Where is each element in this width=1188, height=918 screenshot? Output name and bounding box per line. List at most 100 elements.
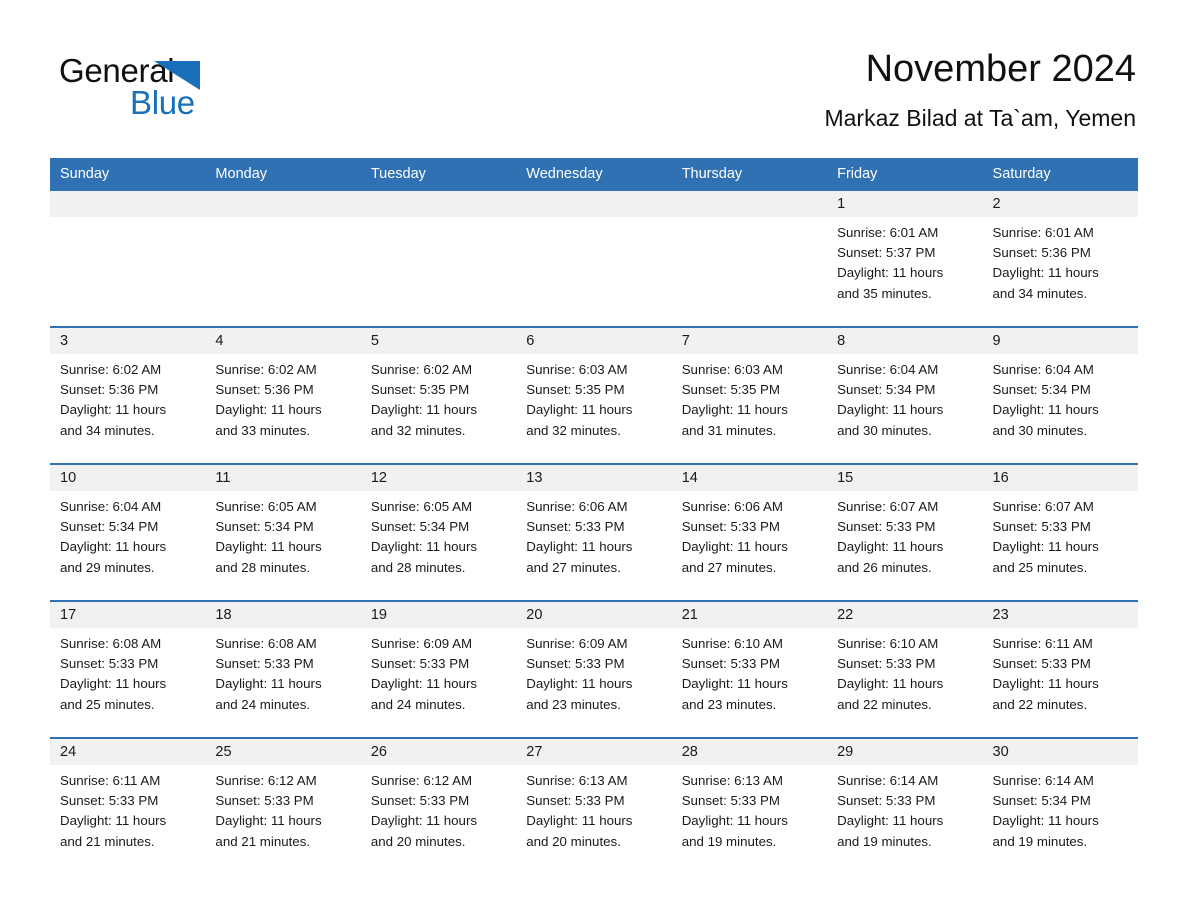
day-cell[interactable]: 12 Sunrise: 6:05 AM Sunset: 5:34 PM Dayl…: [360, 465, 517, 586]
day-cell[interactable]: 16 Sunrise: 6:07 AM Sunset: 5:33 PM Dayl…: [982, 465, 1138, 586]
day-number-band: 28: [671, 739, 828, 765]
daylight-text-line2: and 31 minutes.: [681, 422, 777, 438]
day-cell[interactable]: 19 Sunrise: 6:09 AM Sunset: 5:33 PM Dayl…: [360, 602, 517, 723]
day-number-band: [360, 191, 517, 217]
day-number: 17: [60, 607, 77, 623]
day-cell[interactable]: [671, 191, 828, 312]
day-info: Sunrise: 6:14 AM Sunset: 5:34 PM Dayligh…: [983, 765, 1138, 852]
daylight-text-line1: Daylight: 11 hours: [992, 539, 1099, 555]
daylight-text-line2: and 23 minutes.: [681, 696, 777, 712]
sunset-text: Sunset: 5:33 PM: [215, 793, 314, 809]
day-info: Sunrise: 6:03 AM Sunset: 5:35 PM Dayligh…: [516, 354, 671, 441]
weekday-header-sunday: Sunday: [60, 166, 110, 182]
sunrise-text: Sunrise: 6:02 AM: [370, 362, 473, 377]
daylight-text-line1: Daylight: 11 hours: [60, 402, 167, 418]
day-cell[interactable]: 8 Sunrise: 6:04 AM Sunset: 5:34 PM Dayli…: [827, 328, 983, 449]
sunrise-text: Sunrise: 6:10 AM: [681, 636, 783, 651]
day-cell[interactable]: [205, 191, 361, 312]
generalblue-logo[interactable]: General Blue: [59, 52, 279, 122]
day-cell[interactable]: 24 Sunrise: 6:11 AM Sunset: 5:33 PM Dayl…: [50, 739, 206, 860]
day-number-band: [50, 191, 206, 217]
day-number-band: 10: [50, 465, 206, 491]
day-cell[interactable]: 13 Sunrise: 6:06 AM Sunset: 5:33 PM Dayl…: [516, 465, 672, 586]
week-spacer: [50, 449, 1138, 463]
day-cell[interactable]: [360, 191, 517, 312]
daylight-text-line1: Daylight: 11 hours: [370, 402, 478, 418]
day-number-band: 23: [982, 602, 1138, 628]
day-cell[interactable]: 3 Sunrise: 6:02 AM Sunset: 5:36 PM Dayli…: [50, 328, 206, 449]
daylight-text-line2: and 29 minutes.: [60, 559, 155, 575]
day-cell[interactable]: 10 Sunrise: 6:04 AM Sunset: 5:34 PM Dayl…: [50, 465, 206, 586]
day-number: 6: [526, 333, 535, 349]
day-cell[interactable]: 7 Sunrise: 6:03 AM Sunset: 5:35 PM Dayli…: [671, 328, 828, 449]
daylight-text-line1: Daylight: 11 hours: [992, 402, 1099, 418]
day-cell[interactable]: 22 Sunrise: 6:10 AM Sunset: 5:33 PM Dayl…: [827, 602, 983, 723]
day-info: Sunrise: 6:13 AM Sunset: 5:33 PM Dayligh…: [516, 765, 671, 852]
day-number-band: 2: [982, 191, 1138, 217]
daylight-text-line2: and 30 minutes.: [992, 422, 1088, 438]
day-number: 1: [837, 196, 846, 212]
day-cell[interactable]: 11 Sunrise: 6:05 AM Sunset: 5:34 PM Dayl…: [205, 465, 361, 586]
day-cell[interactable]: 5 Sunrise: 6:02 AM Sunset: 5:35 PM Dayli…: [360, 328, 517, 449]
day-number: 14: [681, 470, 698, 486]
day-cell[interactable]: 15 Sunrise: 6:07 AM Sunset: 5:33 PM Dayl…: [827, 465, 983, 586]
sunset-text: Sunset: 5:36 PM: [215, 382, 314, 398]
daylight-text-line2: and 34 minutes.: [60, 422, 155, 438]
day-number-band: 20: [516, 602, 672, 628]
week-row: 24 Sunrise: 6:11 AM Sunset: 5:33 PM Dayl…: [50, 737, 1138, 860]
day-cell[interactable]: 18 Sunrise: 6:08 AM Sunset: 5:33 PM Dayl…: [205, 602, 361, 723]
daylight-text-line2: and 21 minutes.: [215, 833, 311, 849]
day-cell[interactable]: [516, 191, 672, 312]
sunset-text: Sunset: 5:36 PM: [992, 245, 1091, 261]
day-cell[interactable]: 20 Sunrise: 6:09 AM Sunset: 5:33 PM Dayl…: [516, 602, 672, 723]
day-info: Sunrise: 6:12 AM Sunset: 5:33 PM Dayligh…: [361, 765, 516, 852]
daylight-text-line2: and 34 minutes.: [992, 285, 1088, 301]
day-cell[interactable]: [50, 191, 206, 312]
daylight-text-line2: and 22 minutes.: [992, 696, 1088, 712]
day-number-band: [671, 191, 828, 217]
daylight-text-line1: Daylight: 11 hours: [370, 813, 478, 829]
day-cell[interactable]: 27 Sunrise: 6:13 AM Sunset: 5:33 PM Dayl…: [516, 739, 672, 860]
day-cell[interactable]: 29 Sunrise: 6:14 AM Sunset: 5:33 PM Dayl…: [827, 739, 983, 860]
page-subtitle: Markaz Bilad at Ta`am, Yemen: [824, 105, 1136, 131]
sunrise-text: Sunrise: 6:04 AM: [992, 362, 1094, 377]
day-number-band: 21: [671, 602, 828, 628]
day-cell[interactable]: 9 Sunrise: 6:04 AM Sunset: 5:34 PM Dayli…: [982, 328, 1138, 449]
daylight-text-line2: and 30 minutes.: [837, 422, 932, 438]
week-spacer: [50, 312, 1138, 326]
sunrise-text: Sunrise: 6:03 AM: [681, 362, 783, 377]
day-cell[interactable]: 6 Sunrise: 6:03 AM Sunset: 5:35 PM Dayli…: [516, 328, 672, 449]
day-cell[interactable]: 1 Sunrise: 6:01 AM Sunset: 5:37 PM Dayli…: [827, 191, 983, 312]
day-number: 4: [215, 333, 224, 349]
day-cell[interactable]: 26 Sunrise: 6:12 AM Sunset: 5:33 PM Dayl…: [360, 739, 517, 860]
day-cell[interactable]: 17 Sunrise: 6:08 AM Sunset: 5:33 PM Dayl…: [50, 602, 206, 723]
sunset-text: Sunset: 5:33 PM: [526, 519, 625, 535]
daylight-text-line2: and 21 minutes.: [60, 833, 155, 849]
day-cell[interactable]: 14 Sunrise: 6:06 AM Sunset: 5:33 PM Dayl…: [671, 465, 828, 586]
sunrise-text: Sunrise: 6:09 AM: [370, 636, 473, 651]
day-info: Sunrise: 6:09 AM Sunset: 5:33 PM Dayligh…: [361, 628, 516, 715]
day-cell[interactable]: 2 Sunrise: 6:01 AM Sunset: 5:36 PM Dayli…: [982, 191, 1138, 312]
page-header: General Blue November 2024 Markaz Bilad …: [0, 0, 1188, 155]
day-cell[interactable]: 25 Sunrise: 6:12 AM Sunset: 5:33 PM Dayl…: [205, 739, 361, 860]
sunrise-text: Sunrise: 6:07 AM: [837, 499, 939, 514]
day-cell[interactable]: 21 Sunrise: 6:10 AM Sunset: 5:33 PM Dayl…: [671, 602, 828, 723]
day-number-band: 19: [360, 602, 517, 628]
day-info: Sunrise: 6:04 AM Sunset: 5:34 PM Dayligh…: [827, 354, 982, 441]
sunset-text: Sunset: 5:34 PM: [992, 793, 1091, 809]
daylight-text-line1: Daylight: 11 hours: [215, 676, 322, 692]
day-cell[interactable]: 23 Sunrise: 6:11 AM Sunset: 5:33 PM Dayl…: [982, 602, 1138, 723]
day-info: Sunrise: 6:10 AM Sunset: 5:33 PM Dayligh…: [672, 628, 827, 715]
day-cell[interactable]: 30 Sunrise: 6:14 AM Sunset: 5:34 PM Dayl…: [982, 739, 1138, 860]
sunrise-text: Sunrise: 6:08 AM: [60, 636, 162, 651]
day-info: Sunrise: 6:08 AM Sunset: 5:33 PM Dayligh…: [205, 628, 360, 715]
weekday-header-row: Sunday Monday Tuesday Wednesday Thursday…: [50, 158, 1138, 191]
day-info: [205, 217, 360, 223]
day-number: 3: [60, 333, 69, 349]
day-cell[interactable]: 4 Sunrise: 6:02 AM Sunset: 5:36 PM Dayli…: [205, 328, 361, 449]
daylight-text-line2: and 27 minutes.: [681, 559, 777, 575]
day-number: 18: [215, 607, 232, 623]
day-cell[interactable]: 28 Sunrise: 6:13 AM Sunset: 5:33 PM Dayl…: [671, 739, 828, 860]
sunset-text: Sunset: 5:33 PM: [60, 793, 159, 809]
day-number: 23: [992, 607, 1009, 623]
